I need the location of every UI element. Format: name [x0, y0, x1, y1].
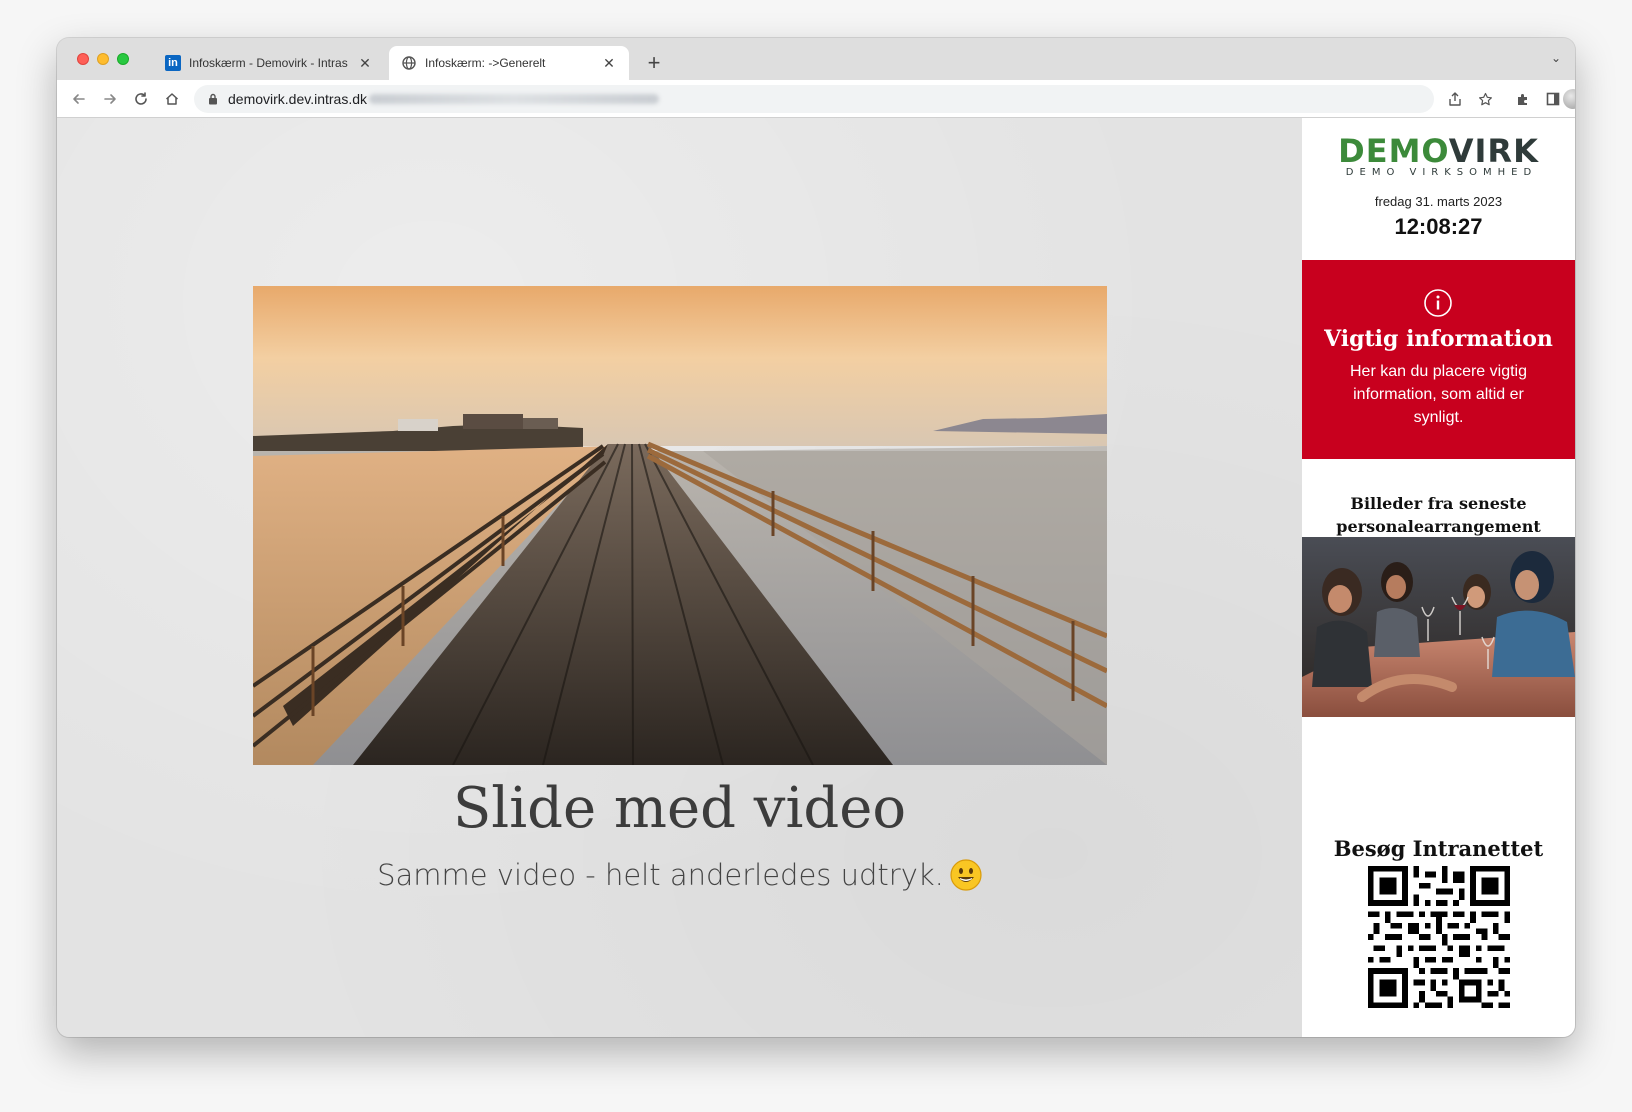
browser-toolbar: demovirk.dev.intras.dk — [57, 80, 1575, 118]
company-logo: DEMOVIRK DEMO VIRKSOMHED — [1302, 134, 1575, 178]
lock-icon[interactable] — [206, 92, 220, 106]
home-icon[interactable] — [160, 87, 184, 111]
extensions-puzzle-icon[interactable] — [1511, 87, 1535, 111]
new-tab-button[interactable]: + — [641, 50, 667, 76]
bookmark-star-icon[interactable] — [1473, 87, 1497, 111]
tab-search-chevron-icon[interactable]: ⌄ — [1551, 51, 1561, 65]
minimize-window-button[interactable] — [97, 53, 109, 65]
slide-subtitle: Samme video - helt anderledes udtryk. — [57, 858, 1302, 892]
close-tab-icon[interactable]: ✕ — [357, 55, 373, 71]
important-info-box: Vigtig information Her kan du placere vi… — [1302, 260, 1575, 459]
back-arrow-icon[interactable] — [67, 87, 91, 111]
smiley-icon — [950, 859, 982, 891]
slide: Slide med video Samme video - helt ander… — [57, 118, 1302, 1037]
tab-infoskaerm-demovirk[interactable]: in Infoskærm - Demovirk - Intras ✕ — [153, 46, 385, 80]
qr-heading: Besøg Intranettet — [1333, 836, 1544, 861]
slide-title: Slide med video — [452, 776, 907, 841]
globe-icon — [401, 55, 417, 71]
logo-demo: DEMO — [1338, 132, 1449, 170]
close-window-button[interactable] — [77, 53, 89, 65]
linkedin-icon: in — [165, 55, 181, 71]
info-heading: Vigtig information — [1324, 326, 1553, 352]
photos-heading: Billeder fra seneste personalearrangemen… — [1336, 494, 1541, 536]
browser-window: in Infoskærm - Demovirk - Intras ✕ Infos… — [57, 38, 1575, 1037]
slide-subtitle-text: Samme video - helt anderledes udtryk. — [377, 858, 944, 892]
page-content: Slide med video Samme video - helt ander… — [57, 118, 1575, 1037]
tab-infoskaerm-generelt[interactable]: Infoskærm: ->Generelt ✕ — [389, 46, 629, 80]
close-tab-icon[interactable]: ✕ — [601, 55, 617, 71]
current-date: fredag 31. marts 2023 — [1374, 194, 1503, 209]
tab-title: Infoskærm - Demovirk - Intras — [189, 56, 348, 70]
maximize-window-button[interactable] — [117, 53, 129, 65]
url-text: demovirk.dev.intras.dk — [228, 91, 368, 107]
boardwalk-pier-sunset-photo — [253, 286, 1107, 765]
side-panel-icon[interactable] — [1541, 87, 1565, 111]
info-icon — [1424, 289, 1452, 317]
address-bar[interactable]: demovirk.dev.intras.dk — [194, 85, 1434, 113]
url-path-redacted — [369, 94, 660, 104]
forward-arrow-icon[interactable] — [98, 87, 122, 111]
tab-strip: in Infoskærm - Demovirk - Intras ✕ Infos… — [57, 38, 1575, 80]
reload-icon[interactable] — [129, 87, 153, 111]
tab-title: Infoskærm: ->Generelt — [425, 56, 546, 70]
qr-code — [1368, 866, 1510, 1008]
info-sidebar: DEMOVIRK DEMO VIRKSOMHED fredag 31. mart… — [1302, 118, 1575, 1037]
current-time: 12:08:27 — [1394, 214, 1483, 239]
logo-virk: VIRK — [1448, 132, 1539, 170]
share-icon[interactable] — [1443, 87, 1467, 111]
party-dinner-photo — [1302, 537, 1575, 717]
info-text: Her kan du placere vigtig information, s… — [1350, 363, 1527, 426]
